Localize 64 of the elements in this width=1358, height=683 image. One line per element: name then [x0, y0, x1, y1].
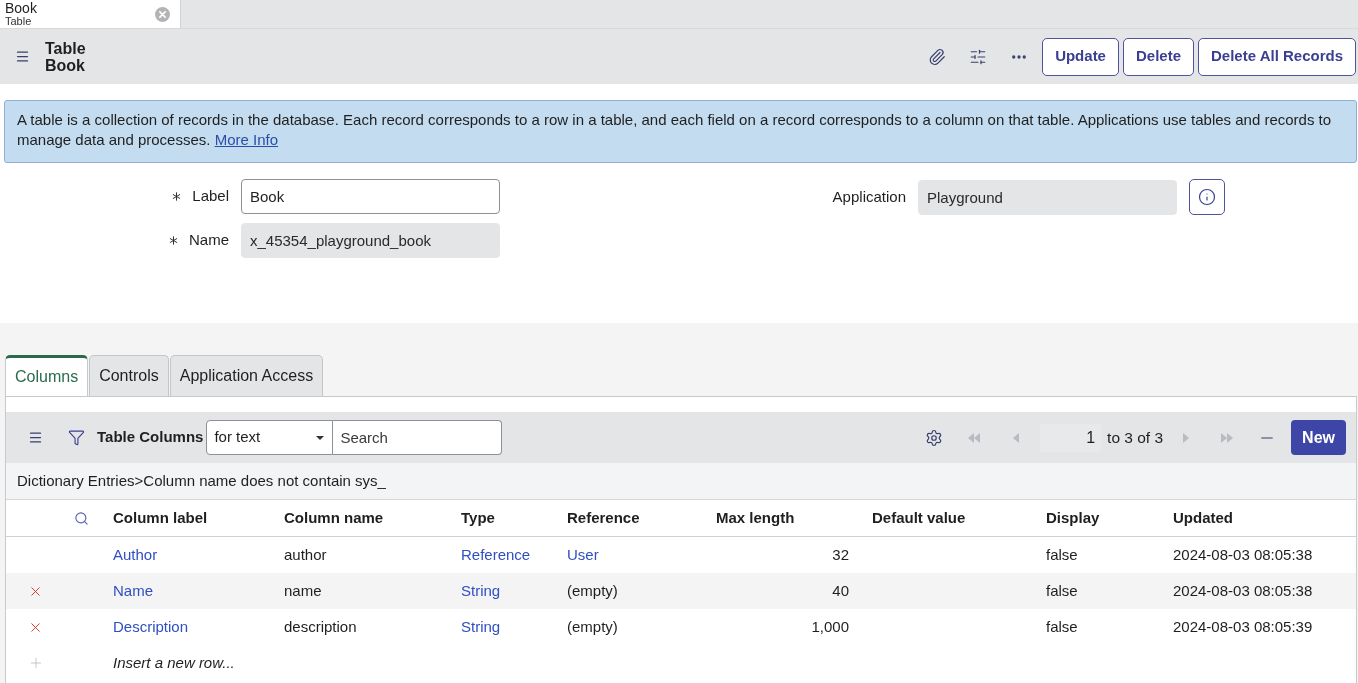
readonly-field[interactable]: Playground: [918, 179, 1177, 215]
header-button[interactable]: Update: [1042, 37, 1119, 76]
column-header[interactable]: Column label: [113, 509, 208, 526]
type-link[interactable]: String: [461, 618, 501, 635]
info-button[interactable]: [1189, 179, 1225, 215]
new-button[interactable]: New: [1291, 420, 1346, 455]
table-cell-text: 32: [832, 544, 849, 565]
record-link[interactable]: Author: [113, 546, 158, 563]
breadcrumb[interactable]: Dictionary Entries>Column name does not contain sys_: [17, 469, 386, 493]
table-cell-text: 40: [832, 580, 849, 601]
paperclip-icon[interactable]: [928, 47, 947, 66]
table-cell: false: [1046, 546, 1078, 563]
table-cell: false: [1046, 582, 1078, 599]
record-tab[interactable]: Book Table: [0, 0, 181, 28]
lookup-link[interactable]: User: [567, 546, 599, 563]
header-button[interactable]: Delete: [1122, 37, 1194, 76]
search-field[interactable]: Search: [333, 420, 503, 455]
table-cell: name: [284, 582, 322, 599]
record-name-title: Book: [45, 56, 86, 74]
table-cell: 2024-08-03 08:05:39: [1173, 618, 1313, 635]
table-cell: (empty): [567, 618, 618, 635]
menu-icon[interactable]: [15, 49, 30, 64]
field-label: Label: [192, 186, 229, 207]
related-list-tab[interactable]: Application Access: [169, 355, 324, 396]
type-link[interactable]: String: [461, 582, 501, 599]
column-header[interactable]: Updated: [1173, 509, 1233, 526]
sliders-icon[interactable]: [969, 47, 988, 66]
related-list-tab[interactable]: Controls: [89, 355, 169, 396]
filter-select[interactable]: for text: [206, 420, 334, 455]
column-header[interactable]: Column name: [284, 509, 384, 526]
table-cell: 2024-08-03 08:05:38: [1173, 546, 1313, 563]
column-header[interactable]: Max length: [716, 509, 795, 526]
table-cell: false: [1046, 618, 1078, 635]
readonly-field[interactable]: x_45354_playground_book: [241, 223, 500, 258]
header-button[interactable]: Delete All Records: [1198, 37, 1356, 76]
caret-icon: [316, 435, 325, 440]
page-field[interactable]: 1: [1040, 423, 1102, 452]
record-link[interactable]: Description: [113, 618, 189, 635]
table-cell: 2024-08-03 08:05:38: [1173, 582, 1313, 599]
table-cell: (empty): [567, 582, 618, 599]
table-cell: description: [284, 618, 357, 635]
more-info-link[interactable]: More Info: [214, 131, 278, 148]
field-label: Name: [189, 230, 229, 251]
info-icon: [1198, 188, 1216, 206]
filter-icon[interactable]: [68, 429, 85, 446]
column-header[interactable]: Reference: [567, 509, 640, 526]
record-type-title: Table: [45, 39, 86, 57]
column-header[interactable]: Type: [461, 509, 495, 526]
info-text: A table is a collection of records in the database. Each record corresponds to a row in a table, and each field on a record corresponds to a column on that table. Applications use tables and records to manage data and processes. More Info: [17, 110, 1333, 150]
related-list-tab[interactable]: Columns: [5, 355, 89, 396]
settings-icon[interactable]: [925, 428, 944, 447]
page-range: to 3 of 3: [1107, 427, 1164, 448]
type-link[interactable]: Reference: [461, 546, 531, 563]
insert-row-prompt[interactable]: Insert a new row...: [113, 654, 235, 671]
menu-icon[interactable]: [28, 430, 43, 445]
record-link[interactable]: Name: [113, 582, 153, 599]
search-icon[interactable]: [73, 510, 89, 526]
field-label: Application: [832, 186, 906, 207]
column-header[interactable]: Display: [1046, 509, 1100, 526]
column-header[interactable]: Default value: [872, 509, 966, 526]
table-cell: author: [284, 546, 327, 563]
text-field[interactable]: Book: [241, 179, 500, 214]
list-title: Table Columns: [97, 427, 204, 448]
table-cell-text: 1,000: [811, 616, 849, 637]
